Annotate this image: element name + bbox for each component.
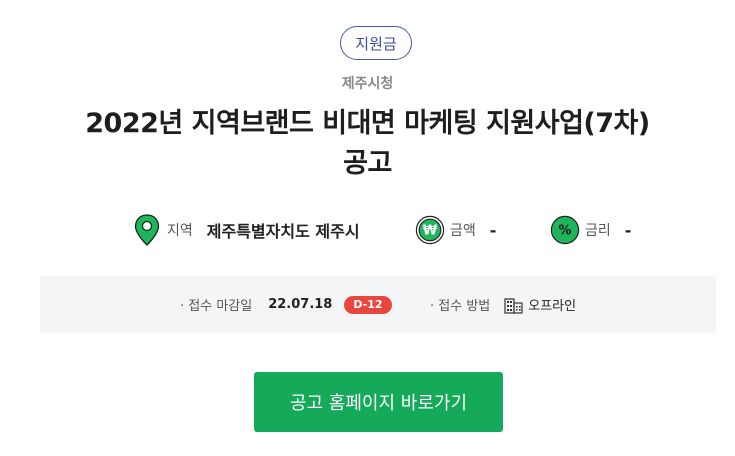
rate-value: - <box>624 220 632 240</box>
application-info-box: · 접수 마감일 22.07.18 D-12 · 접수 방법 오프라인 <box>40 276 716 333</box>
info-row: 지역 제주특별자치도 제주시 ₩ 금액 - % 금리 - <box>0 212 735 248</box>
page-title: 2022년 지역브랜드 비대면 마케팅 지원사업(7차) 공고 <box>40 104 695 184</box>
deadline-item: · 접수 마감일 22.07.18 D-12 <box>180 276 392 333</box>
title-line-1: 2022년 지역브랜드 비대면 마케팅 지원사업(7차) <box>85 108 650 139</box>
amount-value: - <box>489 220 497 240</box>
amount-info: ₩ 금액 - <box>415 212 496 248</box>
title-line-2: 공고 <box>343 148 392 179</box>
building-icon <box>504 296 524 314</box>
deadline-date: 22.07.18 <box>268 297 333 312</box>
svg-text:₩: ₩ <box>423 224 438 239</box>
won-coin-icon: ₩ <box>415 214 445 246</box>
region-info: 지역 제주특별자치도 제주시 <box>132 212 360 248</box>
svg-text:%: % <box>558 224 571 239</box>
deadline-label: · 접수 마감일 <box>180 299 253 314</box>
region-label: 지역 <box>167 223 193 239</box>
method-label: · 접수 방법 <box>430 299 491 314</box>
method-item: · 접수 방법 오프라인 <box>430 276 576 333</box>
amount-label: 금액 <box>450 223 476 239</box>
percent-icon: % <box>550 214 580 246</box>
category-badge: 지원금 <box>340 26 412 60</box>
method-value: 오프라인 <box>528 299 577 314</box>
organization-name: 제주시청 <box>341 76 394 92</box>
dday-badge: D-12 <box>344 295 392 314</box>
region-value: 제주특별자치도 제주시 <box>206 222 360 241</box>
rate-info: % 금리 - <box>550 212 631 248</box>
location-pin-icon <box>132 214 162 246</box>
rate-label: 금리 <box>585 223 611 239</box>
homepage-link-button[interactable]: 공고 홈페이지 바로가기 <box>254 372 503 432</box>
